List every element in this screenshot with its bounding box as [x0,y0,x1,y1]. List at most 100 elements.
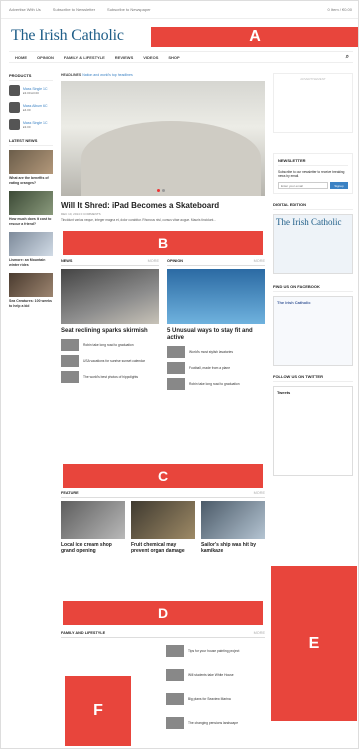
family-list-item[interactable]: Will students take White House [166,669,264,681]
products-heading: PRODUCTS [9,73,53,81]
feature-title[interactable]: Sailor's ship was hit by kamikaze [201,542,265,554]
family-item-title[interactable]: Will students take White House [188,673,234,677]
feature-card[interactable]: Fruit chemical may prevent organ damage [131,501,195,554]
feature-image[interactable] [201,501,265,539]
nav-family-lifestyle[interactable]: FAMILY & LIFESTYLE [64,55,105,60]
family-heading: FAMILY AND LIFESTYLE MORE [61,631,265,638]
nav-shop[interactable]: SHOP [168,55,179,60]
hero-title[interactable]: Will It Shred: iPad Becomes a Skateboard [61,201,265,210]
slider-dot[interactable] [157,189,160,192]
search-icon[interactable]: ⌕ [346,54,349,61]
product-name[interactable]: Mass Single 1C [23,121,48,125]
product-item[interactable]: Mass Album 6C £4.00 [9,102,53,113]
latest-news-item[interactable]: Sea Creatures: 100 weeks to help a kid [9,273,53,308]
news-item-title[interactable]: The world's best photos of hippolights [83,375,138,379]
family-item-title[interactable]: The changing pensions landscape [188,721,238,725]
opinion-image[interactable] [167,269,265,324]
facebook-page-name[interactable]: The Irish Catholic [277,300,349,305]
opinion-more-link[interactable]: MORE [254,259,265,263]
banner-b: B [63,231,263,255]
facebook-box[interactable]: The Irish Catholic [273,296,353,366]
opinion-list-item[interactable]: Robin take long road to graduation [167,378,265,390]
opinion-thumb [167,378,185,390]
news-list-item[interactable]: The world's best photos of hippolights [61,371,159,383]
feature-card[interactable]: Sailor's ship was hit by kamikaze [201,501,265,554]
latest-news-title[interactable]: How much does it cost to rescue a friend… [9,217,53,226]
hero-image[interactable] [61,81,265,196]
news-item-title[interactable]: USA vacations for sunrise sunset calenda… [83,359,145,363]
opinion-list-item[interactable]: Football, made from a plane [167,362,265,374]
feature-title[interactable]: Local ice cream shop grand opening [61,542,125,554]
opinion-item-title[interactable]: World's most stylish lavatories [189,350,233,354]
product-name[interactable]: Mass Album 6C [23,104,48,108]
nav-home[interactable]: HOME [15,55,27,60]
facebook-heading: FIND US ON FACEBOOK [273,284,353,292]
feature-image[interactable] [61,501,125,539]
digital-edition-heading: DIGITAL EDITION [273,202,353,210]
advertise-link[interactable]: Advertise With Us [9,7,41,12]
feature-card[interactable]: Local ice cream shop grand opening [61,501,125,554]
family-list-item[interactable]: Big plans for Seaview Marina [166,693,264,705]
news-image[interactable] [61,269,159,324]
nav-videos[interactable]: VIDEOS [143,55,158,60]
advertisement-label: ADVERTISEMENT [300,77,326,81]
cart-summary[interactable]: 0 Item / €0.00 [328,7,352,12]
latest-news-heading: LATEST NEWS [9,138,53,146]
family-thumb [166,669,184,681]
right-sidebar: ADVERTISEMENT NEWSLETTER Subscribe to ou… [273,73,353,476]
nav-opinion[interactable]: OPINION [37,55,54,60]
slider-dot[interactable] [162,189,165,192]
family-item-title[interactable]: Tips for your house painting project [188,649,239,653]
opinion-item-title[interactable]: Robin take long road to graduation [189,382,240,386]
family-thumb [166,645,184,657]
product-thumbnail [9,102,20,113]
site-logo[interactable]: The Irish Catholic [11,27,124,45]
latest-news-item[interactable]: Lismore: an Mountain winter rides [9,232,53,267]
news-item-title[interactable]: Robin take long road to graduation [83,343,134,347]
newsletter-email-input[interactable] [278,182,328,189]
latest-news-image [9,232,53,256]
product-item[interactable]: Mass Single 1C £3.00 £3.00 [9,85,53,96]
news-title[interactable]: Seat reclining sparks skirmish [61,328,159,335]
family-more-link[interactable]: MORE [254,631,265,635]
family-list-item[interactable]: Tips for your house painting project [166,645,264,657]
latest-news-item[interactable]: How much does it cost to rescue a friend… [9,191,53,226]
latest-news-image [9,150,53,174]
feature-title[interactable]: Fruit chemical may prevent organ damage [131,542,195,554]
advertisement-box[interactable]: ADVERTISEMENT [273,73,353,133]
banner-f: F [65,676,131,746]
opinion-thumb [167,362,185,374]
hero-meta: DEC 10, 2014 0 COMMENTS [61,212,101,216]
digital-edition-cover[interactable]: The Irish Catholic [273,214,353,274]
news-list-item[interactable]: Robin take long road to graduation [61,339,159,351]
product-name[interactable]: Mass Single 1C [23,87,48,91]
opinion-title[interactable]: 5 Unusual ways to stay fit and active [167,328,265,342]
headlines-link[interactable]: Nation and world's top headlines [82,73,132,77]
news-more-link[interactable]: MORE [148,259,159,263]
family-list-item[interactable]: The changing pensions landscape [166,717,264,729]
feature-image[interactable] [131,501,195,539]
banner-c: C [63,464,263,488]
latest-news-item[interactable]: What are the benefits of eating oranges? [9,150,53,185]
digital-edition-widget: DIGITAL EDITION The Irish Catholic [273,202,353,274]
banner-c-label: C [157,468,169,484]
top-utility-bar: Advertise With Us Subscribe to Newslette… [1,1,358,19]
product-price: £4.00 [23,107,31,112]
news-list-item[interactable]: USA vacations for sunrise sunset calenda… [61,355,159,367]
subscribe-newspaper-link[interactable]: Subscribe to Newspaper [107,7,151,12]
feature-label: FEATURE [61,491,79,495]
latest-news-title[interactable]: Sea Creatures: 100 weeks to help a kid [9,299,53,308]
opinion-item-title[interactable]: Football, made from a plane [189,366,230,370]
latest-news-title[interactable]: What are the benefits of eating oranges? [9,176,53,185]
newsletter-signup-button[interactable]: Signup [330,182,348,189]
family-item-title[interactable]: Big plans for Seaview Marina [188,697,231,701]
opinion-heading: OPINION MORE [167,259,265,266]
twitter-box[interactable]: Tweets [273,386,353,476]
banner-e-label: E [308,634,320,652]
nav-reviews[interactable]: REVIEWS [115,55,133,60]
subscribe-newsletter-link[interactable]: Subscribe to Newsletter [53,7,95,12]
opinion-list-item[interactable]: World's most stylish lavatories [167,346,265,358]
feature-more-link[interactable]: MORE [254,491,265,495]
product-item[interactable]: Mass Single 1C £3.00 [9,119,53,130]
latest-news-title[interactable]: Lismore: an Mountain winter rides [9,258,53,267]
